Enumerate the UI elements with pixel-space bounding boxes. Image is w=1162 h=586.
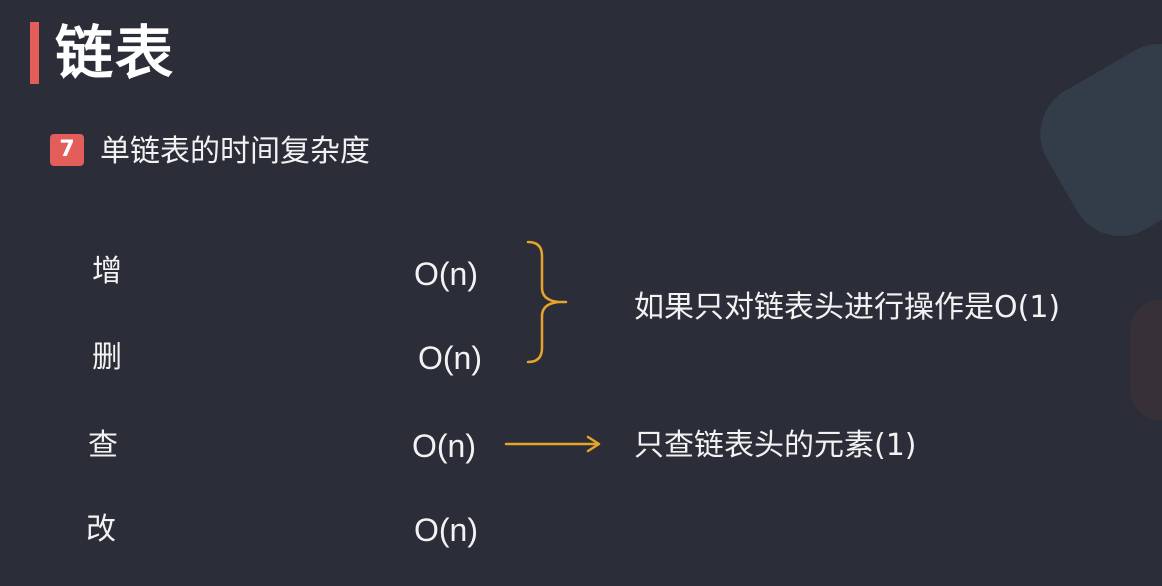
operation-modify-complexity: O(n) <box>414 512 478 548</box>
operation-delete-complexity: O(n) <box>418 340 482 376</box>
background-decoration-2 <box>1130 300 1162 420</box>
add-delete-note: 如果只对链表头进行操作是O(1) <box>634 290 1061 325</box>
section-title: 单链表的时间复杂度 <box>100 134 370 169</box>
query-note: 只查链表头的元素(1) <box>634 428 917 463</box>
operation-query-label: 查 <box>88 428 118 463</box>
section-number-badge: 7 <box>50 134 84 166</box>
operation-add-label: 增 <box>92 254 122 289</box>
operation-modify-label: 改 <box>86 512 116 547</box>
operation-query-complexity: O(n) <box>412 428 476 464</box>
operation-add-complexity: O(n) <box>414 256 478 292</box>
right-arrow-icon <box>504 435 601 453</box>
operation-delete-label: 删 <box>92 340 122 375</box>
title-accent-bar <box>30 22 39 84</box>
slide-title: 链表 <box>55 19 176 87</box>
right-curly-brace-icon <box>526 240 568 364</box>
background-decoration <box>1022 25 1162 255</box>
